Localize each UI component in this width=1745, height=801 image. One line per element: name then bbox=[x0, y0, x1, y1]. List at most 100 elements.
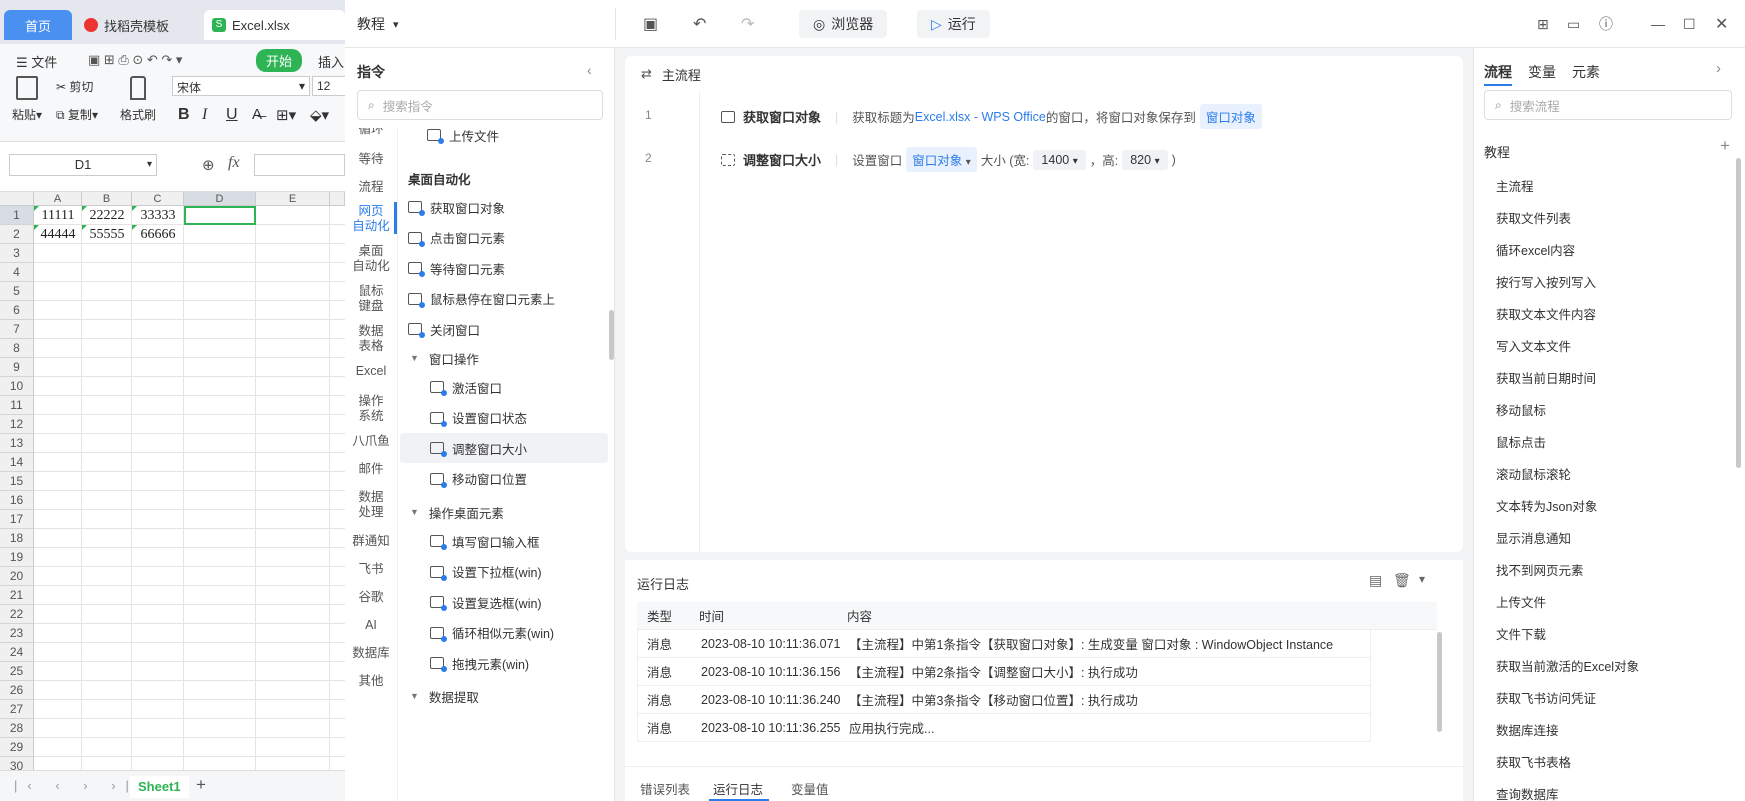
category-item[interactable]: 八爪鱼 bbox=[345, 434, 397, 449]
row-header[interactable]: 17 bbox=[0, 510, 34, 529]
cell[interactable]: 22222 bbox=[82, 206, 132, 225]
row-header[interactable]: 15 bbox=[0, 472, 34, 491]
tab-insert[interactable]: 插入 bbox=[318, 52, 344, 71]
group-data-extract[interactable]: ▼ 数据提取 bbox=[410, 682, 479, 710]
maximize-icon[interactable]: ☐ bbox=[1683, 10, 1696, 38]
column-header[interactable]: B bbox=[82, 192, 132, 206]
run-button[interactable]: ▷ 运行 bbox=[917, 10, 990, 38]
category-item[interactable]: 群通知 bbox=[345, 534, 397, 549]
row-header[interactable]: 9 bbox=[0, 358, 34, 377]
redo-icon[interactable]: ↷ bbox=[741, 10, 754, 38]
row-header[interactable]: 4 bbox=[0, 263, 34, 282]
row-header[interactable]: 8 bbox=[0, 339, 34, 358]
cell[interactable]: 33333 bbox=[132, 206, 184, 225]
row-header[interactable]: 5 bbox=[0, 282, 34, 301]
font-name-select[interactable]: 宋体 ▾ bbox=[172, 76, 310, 96]
category-item[interactable]: 数据 处理 bbox=[345, 490, 397, 520]
flow-item[interactable]: 鼠标点击 bbox=[1496, 432, 1546, 451]
row-header[interactable]: 13 bbox=[0, 434, 34, 453]
flow-item[interactable]: 移动鼠标 bbox=[1496, 400, 1546, 419]
border-icon[interactable]: ⊞▾ bbox=[276, 106, 296, 124]
cell[interactable]: 55555 bbox=[82, 225, 132, 244]
export-log-icon[interactable]: ▤ bbox=[1369, 572, 1382, 589]
row-header[interactable]: 18 bbox=[0, 529, 34, 548]
log-scrollbar[interactable] bbox=[1437, 632, 1442, 732]
log-row[interactable]: 消息 2023-08-10 10:11:36.255 应用执行完成... bbox=[637, 714, 1371, 742]
row-header[interactable]: 11 bbox=[0, 396, 34, 415]
copy-button[interactable]: ⧉ 复制▾ bbox=[56, 106, 98, 123]
flow-item[interactable]: 显示消息通知 bbox=[1496, 528, 1571, 547]
flow-item[interactable]: 查询数据库 bbox=[1496, 784, 1559, 801]
sheet-nav-icons[interactable]: |‹ ‹ › ›| bbox=[14, 778, 139, 793]
cut-button[interactable]: ✂ 剪切 bbox=[56, 78, 93, 95]
flow-item[interactable]: 按行写入按列写入 bbox=[1496, 272, 1596, 291]
command-item[interactable]: 点击窗口元素 bbox=[408, 223, 505, 253]
close-icon[interactable]: ✕ bbox=[1715, 10, 1728, 38]
command-item[interactable]: 设置复选框(win) bbox=[430, 587, 542, 617]
tab-error-list[interactable]: 错误列表 bbox=[640, 779, 690, 798]
tab-variable-values[interactable]: 变量值 bbox=[791, 779, 829, 798]
row-header[interactable]: 16 bbox=[0, 491, 34, 510]
tab-variables[interactable]: 变量 bbox=[1528, 62, 1556, 82]
category-item[interactable]: Excel bbox=[345, 364, 397, 379]
help-icon[interactable]: ⓘ bbox=[1599, 10, 1613, 38]
row-header[interactable]: 20 bbox=[0, 567, 34, 586]
command-item[interactable]: 设置窗口状态 bbox=[430, 403, 527, 433]
row-header[interactable]: 10 bbox=[0, 377, 34, 396]
tab-template[interactable]: 找稻壳模板 bbox=[76, 10, 200, 40]
row-header[interactable]: 29 bbox=[0, 738, 34, 757]
selected-cell[interactable] bbox=[184, 206, 256, 225]
tab-run-log[interactable]: 运行日志 bbox=[713, 779, 763, 798]
add-sheet-icon[interactable]: + bbox=[196, 775, 206, 795]
command-item[interactable]: 填写窗口输入框 bbox=[430, 526, 540, 556]
spreadsheet-grid[interactable]: A B C D E 1 2 3 4 5 6 7 8 9 10 11 12 13 14 15 16 17 18 19 20 21 22… bbox=[0, 192, 345, 770]
tab-start[interactable]: 开始 bbox=[256, 49, 303, 72]
flow-item[interactable]: 文本转为Json对象 bbox=[1496, 496, 1597, 515]
command-item[interactable]: 鼠标悬停在窗口元素上 bbox=[408, 284, 555, 314]
category-item[interactable]: 操作 系统 bbox=[345, 394, 397, 424]
category-item[interactable]: 鼠标 键盘 bbox=[345, 284, 397, 314]
window-title-value[interactable]: Excel.xlsx - WPS Office bbox=[915, 110, 1046, 124]
tab-main-flow[interactable]: ⇄ 主流程 bbox=[625, 56, 769, 92]
flow-item[interactable]: 获取文件列表 bbox=[1496, 208, 1571, 227]
file-menu[interactable]: ☰ 文件 bbox=[16, 52, 57, 71]
log-row[interactable]: 消息 2023-08-10 10:11:36.156 【主流程】中第2条指令【调整窗… bbox=[637, 658, 1371, 686]
category-item[interactable]: AI bbox=[345, 618, 397, 633]
minimize-icon[interactable]: — bbox=[1651, 10, 1665, 38]
step-resize-window[interactable]: 调整窗口大小 | 设置窗口 窗口对象 ▾ 大小 (宽: 1400 ▾ ，高: 8… bbox=[721, 147, 1176, 172]
row-header[interactable]: 6 bbox=[0, 301, 34, 320]
sheet-tab[interactable]: Sheet1 bbox=[130, 776, 189, 798]
command-item[interactable]: 拖拽元素(win) bbox=[430, 648, 529, 678]
cell[interactable]: 66666 bbox=[132, 225, 184, 244]
command-item[interactable]: 循环相似元素(win) bbox=[430, 618, 554, 648]
flow-list-scrollbar[interactable] bbox=[1736, 158, 1741, 468]
flow-item[interactable]: 滚动鼠标滚轮 bbox=[1496, 464, 1571, 483]
flow-item[interactable]: 主流程 bbox=[1496, 176, 1534, 195]
flow-item[interactable]: 获取飞书表格 bbox=[1496, 752, 1571, 771]
width-select[interactable]: 1400 ▾ bbox=[1033, 149, 1086, 170]
grid-apps-icon[interactable]: ⊞ bbox=[1537, 10, 1549, 38]
category-item[interactable]: 桌面 自动化 bbox=[345, 244, 397, 274]
tab-elements[interactable]: 元素 bbox=[1572, 62, 1600, 82]
group-desktop-elements[interactable]: ▼ 操作桌面元素 bbox=[410, 498, 504, 526]
category-item[interactable]: 流程 bbox=[345, 180, 397, 195]
row-header[interactable]: 28 bbox=[0, 719, 34, 738]
add-flow-icon[interactable]: + bbox=[1720, 136, 1730, 156]
flow-item[interactable]: 获取当前日期时间 bbox=[1496, 368, 1596, 387]
flow-item[interactable]: 写入文本文件 bbox=[1496, 336, 1571, 355]
row-header[interactable]: 14 bbox=[0, 453, 34, 472]
row-header[interactable]: 1 bbox=[0, 206, 34, 225]
row-header[interactable]: 19 bbox=[0, 548, 34, 567]
column-header[interactable]: C bbox=[132, 192, 184, 206]
cell[interactable]: 44444 bbox=[34, 225, 82, 244]
log-row[interactable]: 消息 2023-08-10 10:11:36.071 【主流程】中第1条指令【获取窗… bbox=[637, 630, 1371, 658]
log-row[interactable]: 消息 2023-08-10 10:11:36.240 【主流程】中第3条指令【移动窗… bbox=[637, 686, 1371, 714]
row-header[interactable]: 7 bbox=[0, 320, 34, 339]
flow-item[interactable]: 上传文件 bbox=[1496, 592, 1546, 611]
command-item[interactable]: 激活窗口 bbox=[430, 372, 502, 402]
row-header[interactable]: 22 bbox=[0, 605, 34, 624]
command-item[interactable]: 获取窗口对象 bbox=[408, 192, 505, 222]
flow-item[interactable]: 获取文本文件内容 bbox=[1496, 304, 1596, 323]
underline-icon[interactable]: U bbox=[226, 106, 238, 124]
row-header[interactable]: 25 bbox=[0, 662, 34, 681]
